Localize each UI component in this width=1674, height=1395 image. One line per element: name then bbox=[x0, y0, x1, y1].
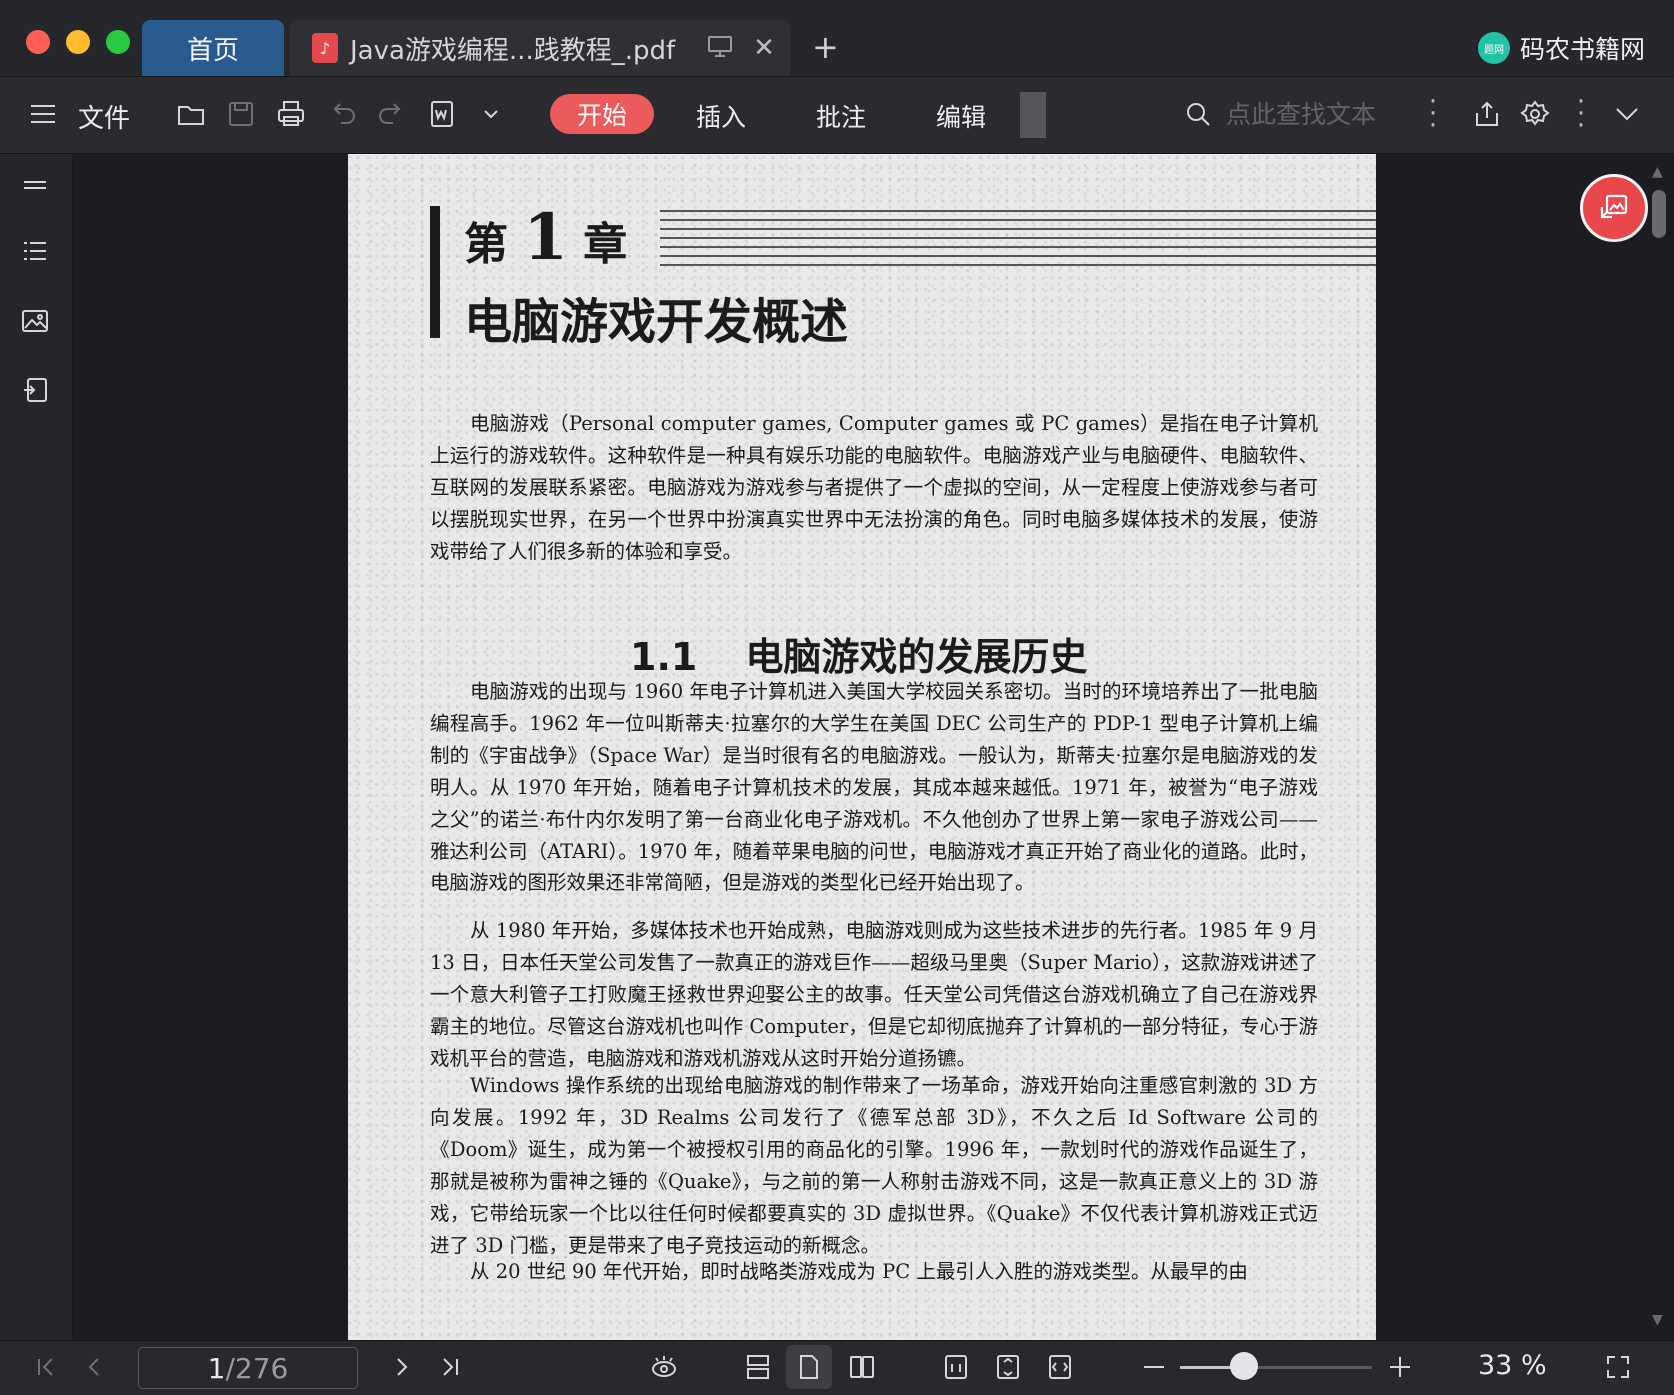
fit-page-icon[interactable] bbox=[992, 1351, 1024, 1383]
search-input[interactable] bbox=[1224, 96, 1408, 132]
brand-logo-icon: 题网 bbox=[1478, 32, 1510, 64]
previous-page-icon[interactable] bbox=[78, 1351, 110, 1383]
chapter-decorative-rules bbox=[660, 210, 1376, 266]
tab-document[interactable]: ♪ Java游戏编程...践教程_.pdf ✕ bbox=[290, 20, 790, 76]
hamburger-menu-icon[interactable] bbox=[26, 97, 60, 131]
save-icon[interactable] bbox=[224, 97, 258, 131]
fit-width-icon[interactable] bbox=[1044, 1351, 1076, 1383]
vertical-scrollbar[interactable] bbox=[1652, 190, 1666, 238]
single-page-view-icon[interactable] bbox=[793, 1351, 825, 1383]
monitor-icon[interactable] bbox=[707, 34, 733, 62]
undo-icon[interactable] bbox=[326, 97, 360, 131]
convert-to-image-button[interactable] bbox=[1580, 174, 1648, 242]
body-paragraph: 电脑游戏的出现与 1960 年电子计算机进入美国大学校园关系密切。当时的环境培养… bbox=[430, 680, 1318, 895]
section-number: 1.1 bbox=[630, 635, 698, 679]
more-options-icon[interactable]: · · · bbox=[1576, 89, 1586, 139]
search-icon[interactable] bbox=[1184, 100, 1212, 132]
left-sidebar bbox=[0, 154, 73, 1340]
intro-paragraph: 电脑游戏（Personal computer games, Computer g… bbox=[430, 412, 1318, 563]
chevron-down-icon[interactable] bbox=[474, 97, 508, 131]
section-heading: 1.1 电脑游戏的发展历史 bbox=[630, 626, 1087, 681]
brand-name: 码农书籍网 bbox=[1520, 35, 1646, 64]
pdf-file-icon: ♪ bbox=[312, 33, 338, 63]
tab-start[interactable]: 开始 bbox=[550, 94, 654, 134]
share-icon[interactable] bbox=[1470, 97, 1504, 131]
tab-insert[interactable]: 插入 bbox=[696, 98, 746, 134]
current-page: 1 bbox=[207, 1351, 226, 1385]
zoom-level[interactable]: 33 % bbox=[1478, 1350, 1547, 1381]
tab-annotate[interactable]: 批注 bbox=[816, 98, 866, 134]
chapter-number: 1 bbox=[523, 200, 568, 275]
open-folder-icon[interactable] bbox=[174, 97, 208, 131]
more-dots-icon[interactable]: · · · bbox=[1428, 89, 1438, 139]
toolbar-overflow-indicator[interactable] bbox=[1020, 92, 1046, 138]
brand[interactable]: 题网 码农书籍网 bbox=[1478, 30, 1645, 66]
continuous-view-icon[interactable] bbox=[742, 1351, 774, 1383]
tab-home-label: 首页 bbox=[186, 35, 239, 66]
sidebar-collapse-icon[interactable] bbox=[18, 168, 52, 202]
export-document-icon[interactable] bbox=[18, 374, 52, 408]
minimize-window-button[interactable] bbox=[66, 30, 90, 54]
first-page-icon[interactable] bbox=[30, 1351, 62, 1383]
chapter-suffix: 章 bbox=[583, 219, 628, 270]
settings-gear-icon[interactable] bbox=[1518, 97, 1552, 131]
new-tab-button[interactable]: + bbox=[812, 28, 839, 66]
section-title: 电脑游戏的发展历史 bbox=[745, 635, 1088, 679]
collapse-toolbar-icon[interactable] bbox=[1610, 97, 1644, 131]
two-page-view-icon[interactable] bbox=[846, 1351, 878, 1383]
print-icon[interactable] bbox=[274, 97, 308, 131]
chapter-title: 电脑游戏开发概述 bbox=[464, 294, 849, 350]
scroll-down-arrow-icon[interactable]: ▼ bbox=[1652, 1312, 1663, 1328]
zoom-window-button[interactable] bbox=[106, 30, 130, 54]
eye-protection-icon[interactable] bbox=[648, 1351, 680, 1383]
zoom-out-icon[interactable] bbox=[1138, 1351, 1170, 1383]
next-page-icon[interactable] bbox=[386, 1351, 418, 1383]
chapter-prefix: 第 bbox=[464, 219, 508, 270]
export-word-icon[interactable] bbox=[424, 97, 458, 131]
tab-home[interactable]: 首页 bbox=[142, 20, 284, 76]
zoom-in-icon[interactable] bbox=[1384, 1351, 1416, 1383]
close-tab-icon[interactable]: ✕ bbox=[753, 33, 775, 63]
body-paragraph: 从 1980 年开始，多媒体技术也开始成熟，电脑游戏则成为这些技术进步的先行者。… bbox=[430, 919, 1318, 1070]
outline-list-icon[interactable] bbox=[18, 234, 52, 268]
scroll-up-arrow-icon[interactable]: ▲ bbox=[1652, 164, 1663, 180]
tab-document-label: Java游戏编程...践教程_.pdf bbox=[350, 35, 676, 66]
chapter-label: 第 1 章 bbox=[464, 200, 627, 275]
actual-size-icon[interactable] bbox=[940, 1351, 972, 1383]
body-paragraph: Windows 操作系统的出现给电脑游戏的制作带来了一场革命，游戏开始向注重感官… bbox=[430, 1074, 1318, 1257]
redo-icon[interactable] bbox=[374, 97, 408, 131]
close-window-button[interactable] bbox=[26, 30, 50, 54]
page-number-field[interactable]: 1/276 bbox=[138, 1347, 358, 1389]
last-page-icon[interactable] bbox=[434, 1351, 466, 1383]
fullscreen-icon[interactable] bbox=[1602, 1351, 1634, 1383]
tab-edit[interactable]: 编辑 bbox=[936, 98, 986, 134]
pdf-page[interactable]: 第 1 章 电脑游戏开发概述 电脑游戏（Personal computer ga… bbox=[348, 154, 1376, 1340]
thumbnails-image-icon[interactable] bbox=[18, 304, 52, 338]
chapter-marker-bar bbox=[430, 206, 440, 338]
zoom-slider-thumb[interactable] bbox=[1230, 1352, 1258, 1380]
file-menu[interactable]: 文件 bbox=[78, 98, 130, 135]
total-pages: /276 bbox=[225, 1351, 289, 1385]
body-paragraph: 从 20 世纪 90 年代开始，即时战略类游戏成为 PC 上最引人入胜的游戏类型… bbox=[470, 1260, 1248, 1283]
